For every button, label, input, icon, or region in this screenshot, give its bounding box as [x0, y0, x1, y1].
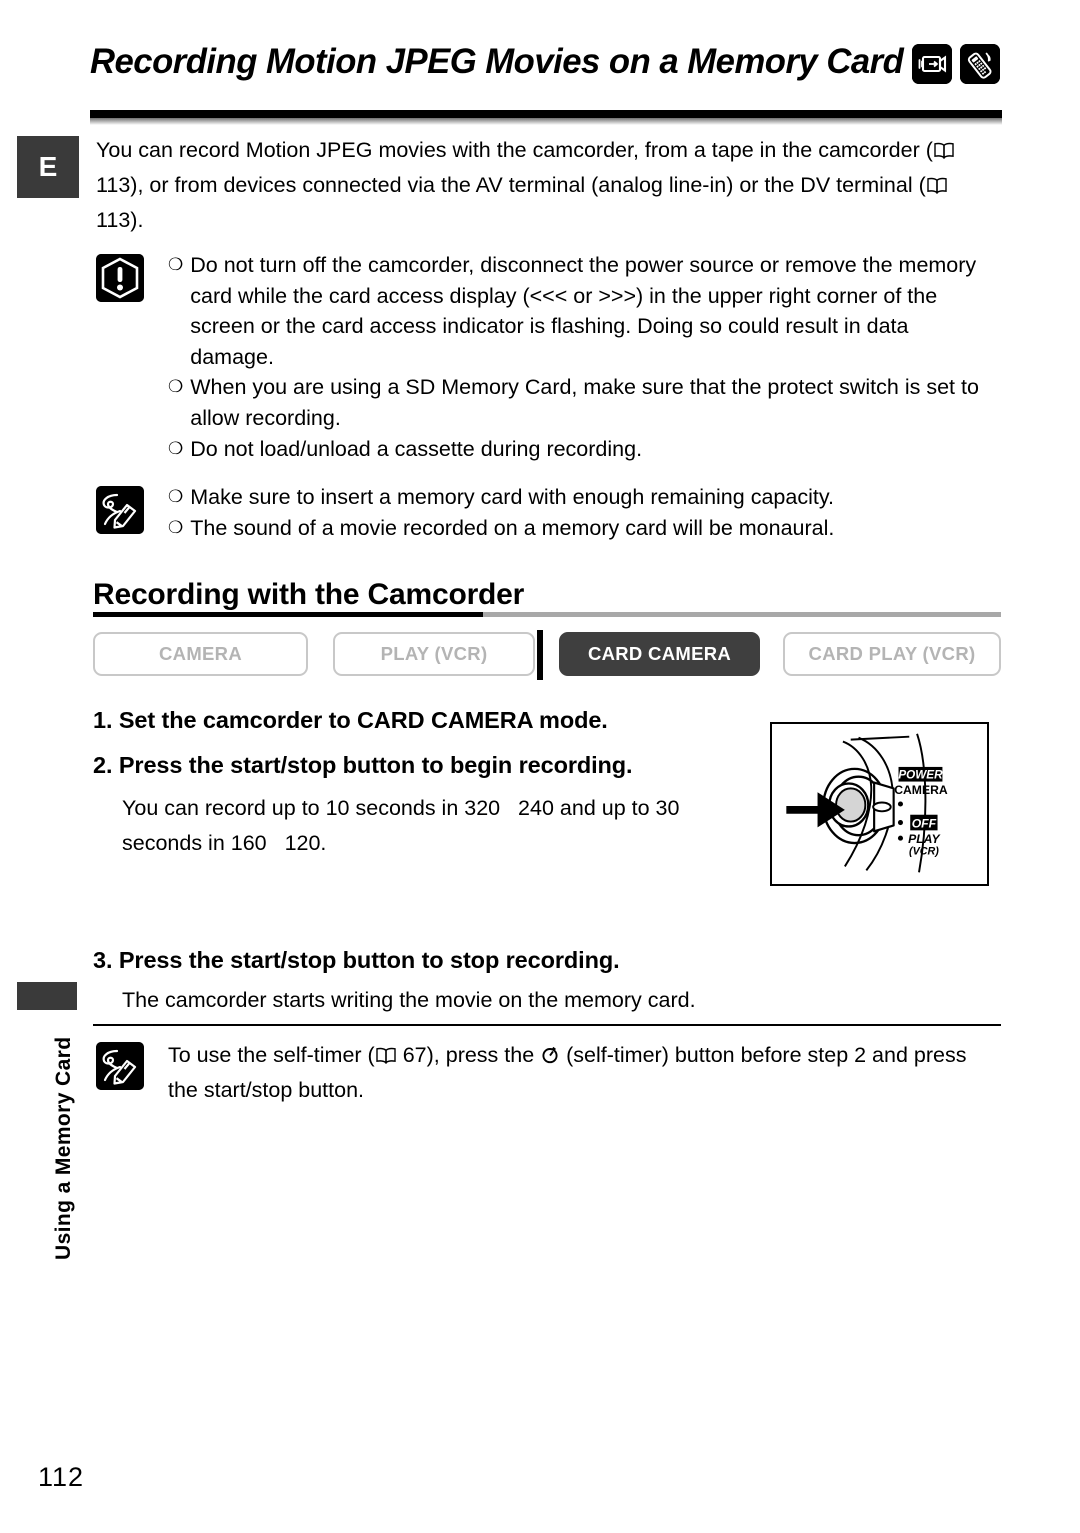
- page-header: Recording Motion JPEG Movies on a Memory…: [90, 42, 1000, 116]
- note-pencil-icon: [96, 1042, 144, 1090]
- mode-group-divider: [537, 630, 543, 680]
- note-pencil-icon: [96, 486, 144, 534]
- svg-text:OFF: OFF: [912, 816, 937, 830]
- step-3-number: 3.: [93, 947, 113, 973]
- mode-button-camera[interactable]: CAMERA: [93, 632, 308, 676]
- remote-control-icon: [960, 44, 1000, 84]
- step-3-body: The camcorder starts writing the movie o…: [122, 988, 696, 1012]
- step-2-text: Press the start/stop button to begin rec…: [118, 752, 633, 778]
- caution-bullet-3: Do not load/unload a cassette during rec…: [190, 436, 643, 461]
- bullet-marker: ❍: [168, 487, 184, 506]
- language-tab-e: E: [17, 136, 79, 198]
- bottom-note-part1: To use the self-timer (: [168, 1043, 375, 1067]
- language-tab-label: E: [38, 151, 58, 182]
- header-rule: [90, 110, 1002, 118]
- section-heading: Recording with the Camcorder: [93, 578, 525, 611]
- book-reference-icon: [927, 177, 947, 194]
- camcorder-icon: [912, 44, 952, 84]
- bottom-note-page-ref: 67: [402, 1043, 427, 1067]
- book-reference-icon: [934, 142, 954, 159]
- step-2-resolution-1: 240: [518, 796, 554, 820]
- note-block: ❍ Make sure to insert a memory card with…: [96, 482, 996, 543]
- caution-block: ❍ Do not turn off the camcorder, disconn…: [96, 250, 996, 464]
- caution-bullet-1: Do not turn off the camcorder, disconnec…: [190, 253, 977, 369]
- step-3-text: Press the start/stop button to stop reco…: [118, 947, 620, 973]
- list-item: ❍ When you are using a SD Memory Card, m…: [168, 372, 988, 433]
- header-icon-group: [912, 44, 1000, 84]
- intro-page-ref-2: 113: [96, 208, 131, 232]
- bullet-marker: ❍: [168, 438, 184, 458]
- note-bullet-1: Make sure to insert a memory card with e…: [190, 485, 834, 509]
- step-1-text: Set the camcorder to CARD CAMERA mode.: [118, 707, 608, 733]
- caution-exclamation-icon: [96, 254, 144, 302]
- bullet-marker: ❍: [168, 517, 184, 537]
- page-title: Recording Motion JPEG Movies on a Memory…: [90, 42, 904, 81]
- book-reference-icon: [376, 1047, 396, 1064]
- step-2-body-part1: You can record up to 10 seconds in 320: [122, 796, 501, 820]
- intro-paragraph: You can record Motion JPEG movies with t…: [96, 133, 996, 238]
- page-number: 112: [38, 1462, 85, 1492]
- step-2-resolution-2: 120.: [284, 831, 327, 855]
- bottom-divider: [93, 1024, 1001, 1026]
- bullet-marker: ❍: [168, 377, 184, 397]
- power-dial-diagram: POWER CAMERA OFF PLAY (VCR): [770, 722, 989, 886]
- note-bullet-list: ❍ Make sure to insert a memory card with…: [168, 482, 988, 543]
- section-rule-accent: [93, 612, 483, 617]
- bottom-note-block: To use the self-timer ( 67), press the (…: [96, 1038, 996, 1108]
- step-1-heading: 1. Set the camcorder to CARD CAMERA mode…: [93, 707, 608, 734]
- caution-bullet-list: ❍ Do not turn off the camcorder, disconn…: [168, 250, 988, 464]
- list-item: ❍ Do not turn off the camcorder, disconn…: [168, 250, 988, 372]
- caution-bullet-2: When you are using a SD Memory Card, mak…: [190, 375, 979, 430]
- svg-text:POWER: POWER: [898, 769, 943, 782]
- list-item: ❍ The sound of a movie recorded on a mem…: [168, 513, 988, 544]
- list-item: ❍ Make sure to insert a memory card with…: [168, 482, 988, 513]
- intro-text-part1: You can record Motion JPEG movies with t…: [96, 138, 933, 162]
- bottom-note-part2: ), press the: [426, 1043, 535, 1067]
- header-rule-shadow: [90, 118, 1002, 125]
- intro-text-part2: ), or from devices connected via the AV …: [130, 173, 926, 197]
- step-3-heading: 3. Press the start/stop button to stop r…: [93, 947, 620, 974]
- chapter-thumb-tab: [17, 982, 77, 1010]
- step-2-body: You can record up to 10 seconds in 320 2…: [122, 791, 732, 861]
- step-1-number: 1.: [93, 707, 113, 733]
- note-bullet-2: The sound of a movie recorded on a memor…: [190, 515, 835, 540]
- svg-text:(VCR): (VCR): [909, 846, 939, 858]
- self-timer-icon: [542, 1046, 558, 1064]
- step-2-heading: 2. Press the start/stop button to begin …: [93, 752, 633, 779]
- intro-page-ref-1: 113: [96, 173, 131, 197]
- list-item: ❍ Do not load/unload a cassette during r…: [168, 434, 988, 465]
- mode-button-play-vcr[interactable]: PLAY (VCR): [333, 632, 535, 676]
- chapter-label: Using a Memory Card: [52, 1036, 75, 1261]
- mode-button-card-camera[interactable]: CARD CAMERA: [559, 632, 760, 676]
- svg-text:CAMERA: CAMERA: [894, 783, 948, 797]
- mode-button-group: CAMERA PLAY (VCR) CARD CAMERA CARD PLAY …: [93, 630, 1001, 680]
- bottom-note-text: To use the self-timer ( 67), press the (…: [168, 1038, 996, 1108]
- step-2-number: 2.: [93, 752, 113, 778]
- bullet-marker: ❍: [168, 255, 184, 274]
- svg-text:PLAY: PLAY: [908, 832, 941, 846]
- mode-button-card-play-vcr[interactable]: CARD PLAY (VCR): [783, 632, 1001, 676]
- intro-text-part3: ).: [130, 208, 144, 232]
